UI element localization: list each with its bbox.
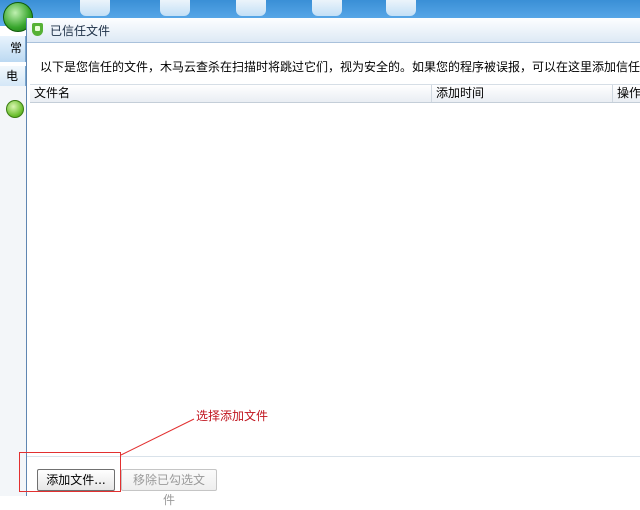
annotation-label: 选择添加文件: [196, 409, 269, 423]
annotation-pointer-line: [120, 418, 195, 456]
